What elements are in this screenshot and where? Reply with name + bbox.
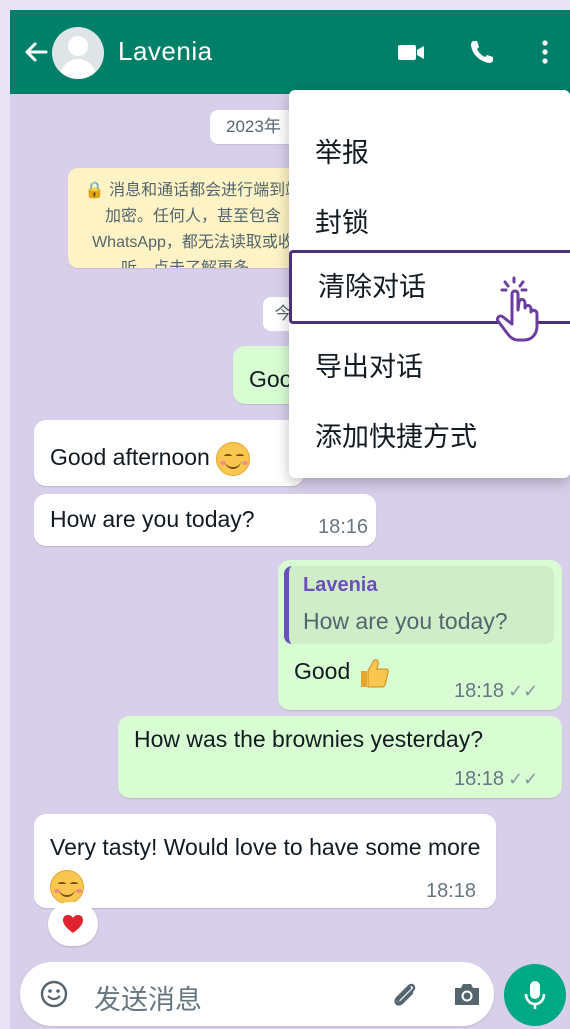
message-time: 18:18 ✓✓ <box>454 768 539 790</box>
read-ticks-icon: ✓✓ <box>508 769 539 789</box>
thumbs-up-emoji-icon <box>360 659 389 688</box>
menu-item-add-shortcut[interactable]: 添加快捷方式 <box>289 402 570 472</box>
camera-icon[interactable] <box>452 980 482 1008</box>
tap-cursor-icon <box>496 276 539 342</box>
message-reaction[interactable] <box>48 902 98 946</box>
message-text: Good <box>294 658 351 685</box>
chat-header: Lavenia <box>10 10 570 94</box>
message-content: Good afternoon <box>50 442 251 476</box>
message-bubble-out[interactable]: How was the brownies yesterday? 18:18 ✓✓ <box>118 716 562 798</box>
message-bubble-in[interactable]: How are you today? 18:16 <box>34 494 376 546</box>
attach-icon[interactable] <box>388 978 420 1010</box>
smiling-face-emoji-icon <box>216 442 251 476</box>
message-content: Good <box>294 656 391 690</box>
message-text: How are you today? <box>50 506 255 532</box>
emoji-picker-icon[interactable] <box>40 980 68 1008</box>
voice-message-button[interactable] <box>504 964 566 1026</box>
message-text: Good afternoon <box>50 444 210 471</box>
quoted-text: How are you today? <box>303 608 508 634</box>
red-heart-icon <box>63 915 83 933</box>
phone-call-icon[interactable] <box>468 38 498 66</box>
more-options-icon[interactable] <box>530 38 560 66</box>
encryption-notice[interactable]: 🔒 消息和通话都会进行端到端加密。任何人，甚至包含 WhatsApp，都无法读取… <box>68 168 318 268</box>
message-text: Very tasty! Would love to have some more <box>50 834 481 860</box>
yum-face-emoji-icon <box>50 869 84 904</box>
microphone-icon <box>524 981 546 1009</box>
app-frame: Lavenia 2023年 🔒 消息和通话都会进行端到端加密。任何人，甚至包含 … <box>10 10 570 1029</box>
avatar[interactable] <box>52 27 104 79</box>
message-time: 18:18 ✓✓ <box>454 680 539 702</box>
message-bubble-out[interactable]: Lavenia How are you today? Good 18:18 ✓✓ <box>278 560 562 710</box>
menu-item-block[interactable]: 封锁 <box>289 188 570 258</box>
read-ticks-icon: ✓✓ <box>508 681 539 701</box>
message-input[interactable]: 发送消息 <box>94 978 202 1017</box>
message-time: 18:16 <box>318 516 369 538</box>
back-arrow-icon[interactable] <box>22 38 50 66</box>
message-time: 18:18 <box>426 880 477 902</box>
contact-name[interactable]: Lavenia <box>118 36 213 67</box>
quoted-message[interactable]: Lavenia How are you today? <box>284 566 554 644</box>
date-divider: 2023年 <box>210 110 297 144</box>
message-input-bar[interactable]: 发送消息 <box>20 962 494 1026</box>
message-bubble-in[interactable]: Good afternoon <box>34 420 304 486</box>
video-call-icon[interactable] <box>396 38 426 66</box>
message-bubble-in[interactable]: Very tasty! Would love to have some more… <box>34 814 496 908</box>
quoted-sender: Lavenia <box>303 574 378 596</box>
message-content: Very tasty! Would love to have some more <box>50 828 490 904</box>
menu-item-report[interactable]: 举报 <box>289 118 570 188</box>
message-text: How was the brownies yesterday? <box>134 726 483 752</box>
